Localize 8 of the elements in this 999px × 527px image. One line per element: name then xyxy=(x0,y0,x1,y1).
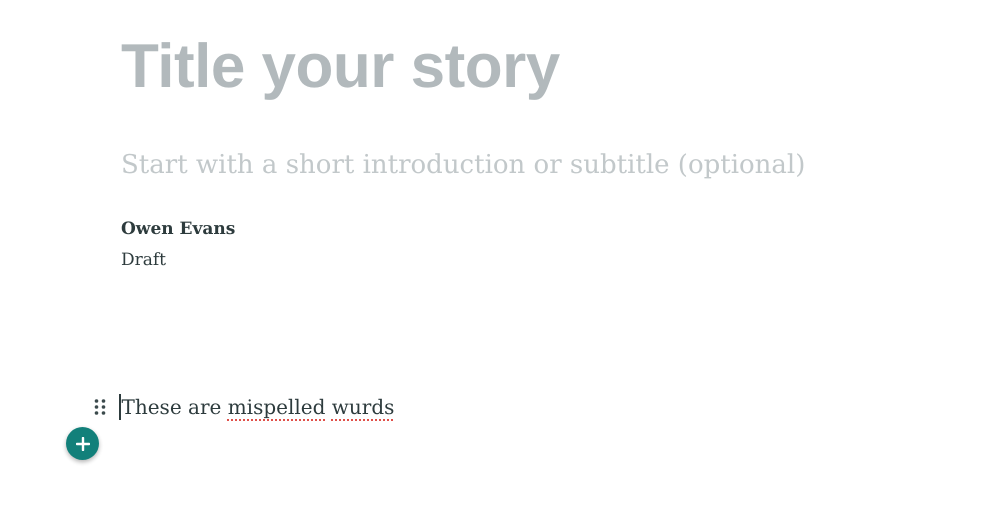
body-paragraph[interactable]: These are mispelled wurds xyxy=(122,395,394,419)
add-block-button[interactable] xyxy=(66,427,99,460)
title-field[interactable]: Title your story xyxy=(121,28,981,104)
author-name: Owen Evans xyxy=(121,218,236,241)
subtitle-field[interactable]: Start with a short introduction or subtitle (optional) xyxy=(121,145,981,185)
draft-status: Draft xyxy=(121,249,168,272)
drag-handle-icon[interactable] xyxy=(94,398,106,416)
plus-icon xyxy=(76,436,90,450)
